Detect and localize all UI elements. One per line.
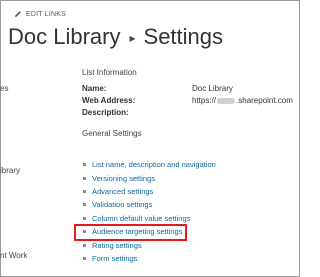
settings-link-form[interactable]: Form settings — [82, 252, 216, 265]
web-address-suffix: .sharepoint.com — [236, 96, 293, 105]
highlight-box — [74, 224, 187, 241]
bullet-icon — [83, 216, 86, 220]
breadcrumb-separator-icon: ▸ — [129, 31, 136, 45]
settings-link-label: Form settings — [92, 253, 138, 263]
description-label: Description: — [82, 108, 129, 117]
general-settings-list: List name, description and navigation Ve… — [82, 158, 216, 265]
left-nav-fragment[interactable]: es — [0, 84, 8, 93]
breadcrumb-root-link[interactable]: Doc Library — [8, 24, 120, 50]
pencil-icon — [14, 10, 22, 18]
settings-link-validation[interactable]: Validation settings — [82, 198, 216, 211]
settings-link-versioning[interactable]: Versioning settings — [82, 171, 216, 184]
settings-link-list-name[interactable]: List name, description and navigation — [82, 158, 216, 171]
page-title: Doc Library ▸ Settings — [8, 24, 223, 50]
bullet-icon — [83, 243, 86, 247]
settings-link-column-default[interactable]: Column default value settings — [82, 212, 216, 225]
redacted-blur — [217, 97, 236, 104]
bullet-icon — [83, 163, 86, 167]
list-information-heading: List Information — [82, 68, 137, 77]
settings-link-label: List name, description and navigation — [92, 160, 216, 170]
general-settings-heading: General Settings — [82, 129, 142, 138]
name-value: Doc Library — [192, 84, 233, 93]
web-address-prefix: https:// — [192, 96, 217, 105]
settings-link-label: Validation settings — [92, 200, 153, 210]
bullet-icon — [83, 203, 86, 207]
bullet-icon — [83, 256, 86, 260]
breadcrumb-current: Settings — [143, 24, 224, 49]
left-nav-fragment[interactable]: nt Work — [0, 251, 27, 260]
settings-link-label: Versioning settings — [92, 173, 155, 183]
settings-link-label: Advanced settings — [92, 186, 154, 196]
bullet-icon — [83, 176, 86, 180]
edit-links-link[interactable]: EDIT LINKS — [14, 10, 66, 18]
web-address-label: Web Address: — [82, 96, 136, 105]
settings-link-label: Column default value settings — [92, 213, 191, 223]
settings-link-label: Rating settings — [92, 240, 142, 250]
settings-link-advanced[interactable]: Advanced settings — [82, 185, 216, 198]
edit-links-label: EDIT LINKS — [26, 10, 66, 18]
web-address-value[interactable]: https:// .sharepoint.com — [192, 96, 293, 105]
name-label: Name: — [82, 84, 107, 93]
bullet-icon — [83, 189, 86, 193]
left-nav-fragment[interactable]: ibrary — [0, 166, 20, 175]
